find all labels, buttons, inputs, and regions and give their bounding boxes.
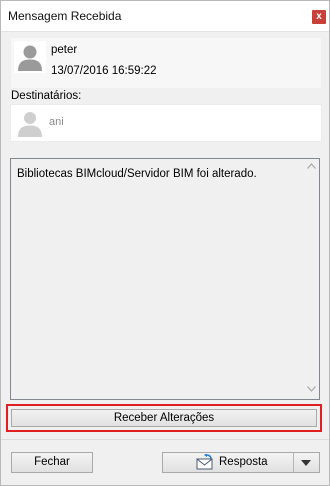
recipient-item[interactable]: ani (11, 105, 321, 141)
sender-name: peter (51, 44, 78, 56)
recipients-label: Destinatários: (11, 90, 82, 102)
divider (1, 439, 329, 440)
sender-date: 13/07/2016 16:59:22 (51, 65, 157, 77)
reply-split-button: Resposta (162, 452, 320, 473)
message-text: Bibliotecas BIMcloud/Servidor BIM foi al… (17, 168, 257, 180)
dialog-body: peter 13/07/2016 16:59:22 Destinatários:… (1, 32, 329, 485)
chevron-down-icon (301, 460, 311, 466)
user-silhouette-icon (18, 112, 42, 137)
recipients-list: ani (10, 104, 322, 142)
reply-label: Resposta (219, 456, 268, 468)
user-silhouette-icon (14, 41, 46, 73)
recipient-name: ani (49, 116, 64, 128)
message-dialog: Mensagem Recebida x peter 13/07/2016 16:… (0, 0, 330, 486)
close-button[interactable]: Fechar (11, 452, 93, 473)
message-body[interactable]: Bibliotecas BIMcloud/Servidor BIM foi al… (10, 158, 320, 400)
scroll-down-icon[interactable] (305, 384, 317, 396)
sender-panel: peter 13/07/2016 16:59:22 (10, 37, 322, 89)
receive-changes-button[interactable]: Receber Alterações (11, 409, 317, 427)
reply-mail-icon (195, 453, 215, 471)
close-window-button[interactable]: x (312, 10, 326, 24)
reply-button[interactable]: Resposta (163, 453, 294, 472)
reply-dropdown-button[interactable] (294, 453, 319, 472)
receive-highlight: Receber Alterações (6, 404, 322, 432)
scroll-up-icon[interactable] (305, 161, 317, 173)
vertical-scrollbar[interactable] (303, 159, 319, 399)
window-title: Mensagem Recebida (8, 9, 122, 23)
title-bar[interactable]: Mensagem Recebida x (1, 1, 329, 32)
